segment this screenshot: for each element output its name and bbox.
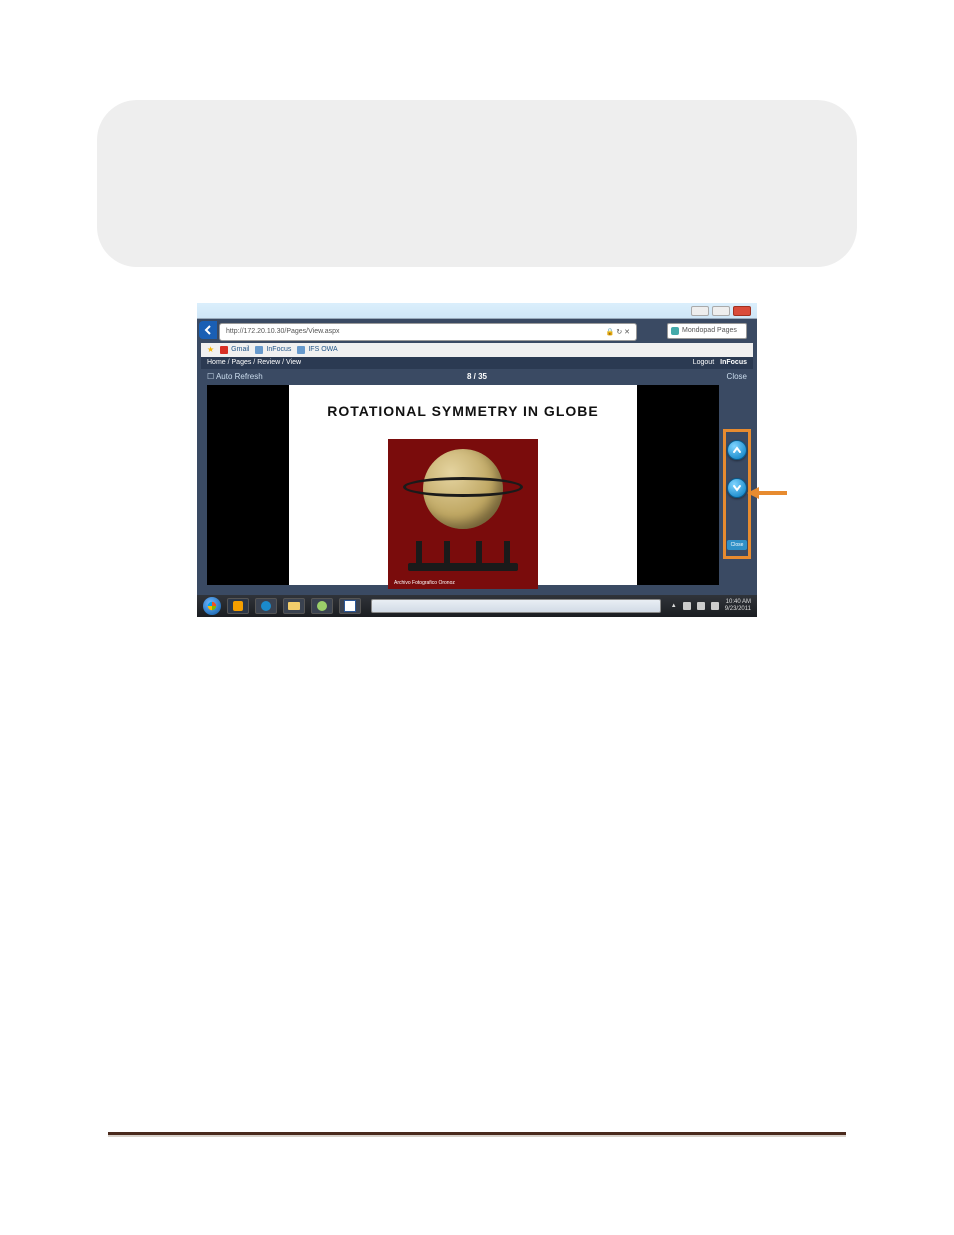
- taskbar: ▲ 10:40 AM9/23/2011: [197, 595, 757, 617]
- taskbar-app-explorer[interactable]: [283, 598, 305, 614]
- callout-box: [97, 100, 857, 267]
- image-caption: Archivo Fotografico Oronoz: [388, 580, 455, 586]
- globe-stand: [408, 535, 518, 571]
- globe-ring: [403, 477, 523, 497]
- tray-flag-icon[interactable]: [683, 602, 691, 610]
- url-text: http://172.20.10.30/Pages/View.aspx: [226, 328, 340, 335]
- minimize-button[interactable]: [691, 306, 709, 316]
- slide-title: ROTATIONAL SYMMETRY IN GLOBE: [289, 403, 637, 419]
- slide: ROTATIONAL SYMMETRY IN GLOBE Archivo Fot…: [289, 385, 637, 585]
- taskbar-app-word[interactable]: [339, 598, 361, 614]
- taskbar-app-ie[interactable]: [255, 598, 277, 614]
- app-header: Home / Pages / Review / View Logout InFo…: [201, 357, 753, 369]
- callout-item: [203, 146, 797, 176]
- brand-label: InFocus: [720, 359, 747, 366]
- fav-gmail[interactable]: Gmail: [220, 346, 249, 354]
- browser-tabs: Mondopad Pages: [667, 323, 747, 341]
- system-tray[interactable]: ▲ 10:40 AM9/23/2011: [671, 599, 757, 612]
- close-window-button[interactable]: [733, 306, 751, 316]
- page-counter: 8 / 35: [467, 372, 487, 381]
- address-bar[interactable]: http://172.20.10.30/Pages/View.aspx 🔒 ↻ …: [219, 323, 637, 341]
- window-controls: [691, 306, 751, 316]
- slide-image: Archivo Fotografico Oronoz: [388, 439, 538, 589]
- logout-link[interactable]: Logout: [693, 359, 714, 366]
- presenter-area: ☐ Auto Refresh 8 / 35 Close ROTATIONAL S…: [201, 369, 753, 591]
- back-button[interactable]: [199, 321, 217, 339]
- favorites-star-icon[interactable]: ★: [207, 345, 214, 354]
- tray-volume-icon[interactable]: [711, 602, 719, 610]
- footer-rule: [108, 1132, 846, 1137]
- window-titlebar: [197, 303, 757, 319]
- tray-chevron-icon[interactable]: ▲: [671, 603, 677, 609]
- close-link[interactable]: Close: [727, 372, 747, 381]
- pointer-arrow-icon: [747, 485, 787, 501]
- auto-refresh-toggle[interactable]: ☐ Auto Refresh: [207, 372, 263, 381]
- nav-down-button[interactable]: [727, 478, 747, 498]
- slide-area: ROTATIONAL SYMMETRY IN GLOBE Archivo Fot…: [207, 385, 719, 585]
- tray-network-icon[interactable]: [697, 602, 705, 610]
- presenter-header: ☐ Auto Refresh 8 / 35 Close: [201, 369, 753, 385]
- page: http://172.20.10.30/Pages/View.aspx 🔒 ↻ …: [0, 0, 954, 1235]
- screenshot-browser: http://172.20.10.30/Pages/View.aspx 🔒 ↻ …: [197, 303, 757, 617]
- taskbar-app-outlook[interactable]: [227, 598, 249, 614]
- callout-list: [157, 146, 797, 207]
- nav-up-button[interactable]: [727, 440, 747, 460]
- fav-owa[interactable]: IFS OWA: [297, 346, 337, 354]
- callout-item: [203, 176, 797, 206]
- nav-close-button[interactable]: Close: [727, 540, 747, 550]
- browser-tab[interactable]: Mondopad Pages: [667, 323, 747, 339]
- fav-infocus[interactable]: InFocus: [255, 346, 291, 354]
- clock[interactable]: 10:40 AM9/23/2011: [725, 599, 751, 612]
- taskbar-running[interactable]: [371, 599, 661, 613]
- favorites-bar: ★ Gmail InFocus IFS OWA: [201, 343, 753, 357]
- taskbar-app-generic[interactable]: [311, 598, 333, 614]
- maximize-button[interactable]: [712, 306, 730, 316]
- breadcrumb[interactable]: Home / Pages / Review / View: [207, 359, 301, 366]
- start-button[interactable]: [203, 597, 221, 615]
